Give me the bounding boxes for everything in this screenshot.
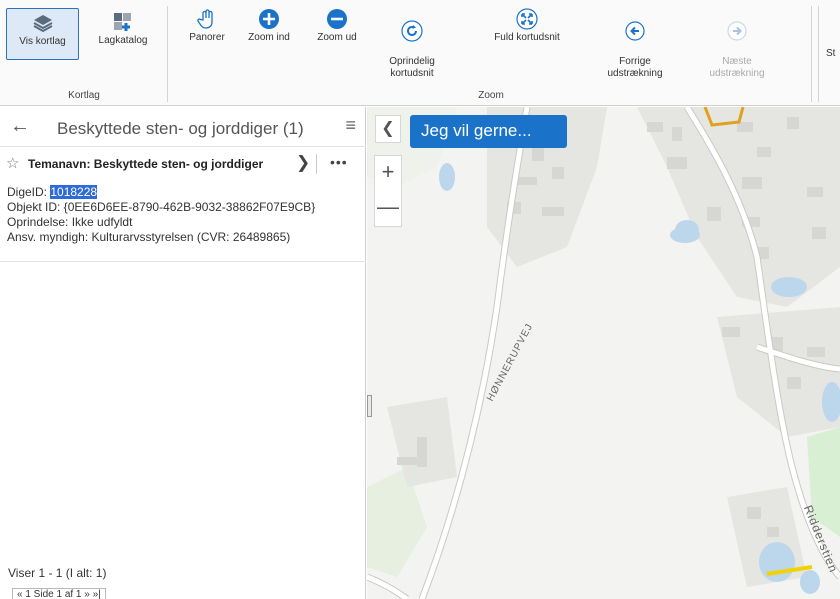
map-lake (439, 163, 455, 191)
zoom-out-icon (327, 9, 347, 29)
panel-title: Beskyttede sten- og jorddiger (1) (57, 119, 304, 138)
previous-extent-icon (625, 21, 645, 41)
naeste-udstraekning-button[interactable]: Næste udstrækning (692, 8, 782, 80)
group-divider (167, 6, 168, 102)
more-options-icon[interactable]: ••• (330, 154, 348, 170)
reset-extent-icon (401, 20, 423, 42)
back-arrow-icon[interactable]: ← (10, 115, 30, 138)
layer-catalog-icon (114, 13, 131, 31)
list-menu-icon[interactable]: ≡ (345, 115, 356, 136)
dige-id-label: DigeID: (7, 185, 51, 199)
st-partial-button[interactable]: St (826, 48, 840, 60)
results-panel: ← Beskyttede sten- og jorddiger (1) ≡ ☆ … (0, 107, 366, 599)
lagkatalog-label: Lagkatalog (98, 35, 148, 46)
map-lake (670, 227, 700, 243)
zoom-ind-label: Zoom ind (248, 32, 290, 43)
zoom-in-icon (259, 9, 279, 29)
map-zoom-out-button[interactable]: — (375, 192, 401, 224)
zoom-group: Panorer Zoom ind Zoom ud Oprindelig kort… (170, 0, 812, 106)
zoom-ind-button[interactable]: Zoom ind (236, 8, 302, 44)
feature-attributes: DigeID: 1018228 Objekt ID: {0EE6D6EE-879… (7, 185, 315, 245)
zoom-ud-label: Zoom ud (317, 32, 357, 43)
naeste-udstraekning-label: Næste udstrækning (709, 56, 765, 79)
lagkatalog-button[interactable]: Lagkatalog (88, 8, 158, 60)
result-count: Viser 1 - 1 (I alt: 1) (8, 566, 107, 580)
feature-title: Temanavn: Beskyttede sten- og jorddiger (28, 157, 264, 171)
pagination-bar[interactable]: « 1 Side 1 af 1 » »| (12, 588, 106, 599)
row-divider (316, 154, 317, 174)
group-divider (818, 6, 819, 102)
oprindelig-kortudsnit-button[interactable]: Oprindelig kortudsnit (372, 8, 452, 80)
st-partial-label: St (826, 48, 836, 59)
collapse-panel-button[interactable]: ❮ (375, 115, 401, 143)
kortlag-group-label: Kortlag (68, 90, 100, 101)
map-lake (800, 570, 820, 594)
kortlag-group: Vis kortlag Lagkatalog Kortlag (0, 0, 168, 106)
vis-kortlag-label: Vis kortlag (19, 36, 66, 47)
forrige-udstraekning-label: Forrige udstrækning (607, 56, 663, 79)
forrige-udstraekning-button[interactable]: Forrige udstrækning (590, 8, 680, 80)
chevron-right-icon[interactable]: ❯ (296, 153, 310, 173)
group-divider (811, 6, 812, 102)
fuld-kortudsnit-button[interactable]: Fuld kortudsnit (482, 8, 572, 44)
feature-row[interactable]: ☆ Temanavn: Beskyttede sten- og jorddige… (0, 153, 366, 176)
ansv-myndigh-row: Ansv. myndigh: Kulturarvsstyrelsen (CVR:… (7, 230, 291, 244)
dige-id-row: DigeID: 1018228 (7, 185, 315, 200)
map-lake (771, 277, 807, 297)
map-view[interactable]: HØNNERUPVEJ Ridderstien ❮ Jeg vil gerne.… (367, 107, 840, 599)
layers-icon (33, 15, 52, 33)
ribbon-toolbar: Vis kortlag Lagkatalog Kortlag Panorer Z… (0, 0, 840, 106)
panorer-button[interactable]: Panorer (174, 8, 240, 44)
zoom-group-label: Zoom (478, 90, 504, 101)
vis-kortlag-button[interactable]: Vis kortlag (6, 8, 79, 60)
oprindelse-row: Oprindelse: Ikke udfyldt (7, 215, 133, 229)
next-extent-icon (727, 21, 747, 41)
map-zoom-control: + — (374, 155, 402, 227)
panel-splitter-handle[interactable] (367, 395, 372, 417)
map-zoom-in-button[interactable]: + (375, 156, 401, 188)
full-extent-icon (516, 8, 538, 30)
star-icon[interactable]: ☆ (6, 154, 19, 172)
panel-header: ← Beskyttede sten- og jorddiger (1) ≡ (0, 107, 366, 147)
map-lake (759, 542, 795, 582)
jeg-vil-gerne-button[interactable]: Jeg vil gerne... (410, 115, 567, 148)
zoom-ud-button[interactable]: Zoom ud (307, 8, 367, 44)
dige-id-value[interactable]: 1018228 (50, 185, 98, 199)
attributes-divider (0, 261, 366, 262)
map-canvas[interactable] (367, 107, 840, 599)
objekt-id-row: Objekt ID: {0EE6D6EE-8790-462B-9032-3886… (7, 200, 316, 214)
pan-hand-icon (197, 9, 213, 29)
fuld-kortudsnit-label: Fuld kortudsnit (494, 32, 560, 43)
panorer-label: Panorer (189, 32, 225, 43)
oprindelig-kortudsnit-label: Oprindelig kortudsnit (389, 56, 435, 79)
